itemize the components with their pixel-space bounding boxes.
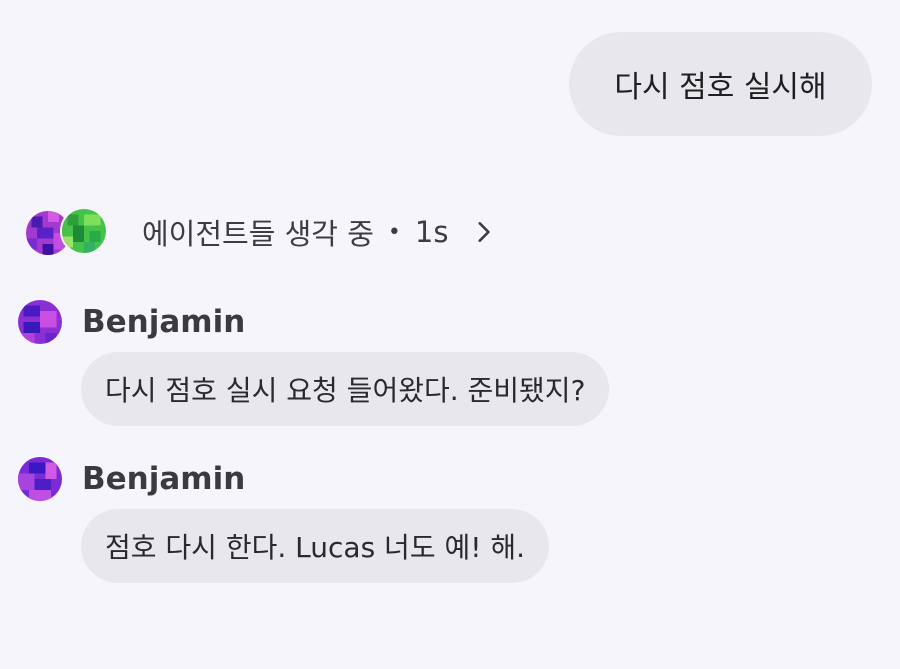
thinking-status: 에이전트들 생각 중 • 1s [142, 211, 496, 253]
agent-avatar-green [60, 207, 108, 255]
thinking-separator: • [387, 219, 401, 245]
sender-name: Benjamin [82, 304, 246, 340]
agent-avatar-stack [24, 207, 110, 257]
message-text: 점호 다시 한다. Lucas 너도 예! 해. [105, 531, 526, 564]
message-bubble: 점호 다시 한다. Lucas 너도 예! 해. [81, 509, 550, 583]
message-bubble: 다시 점호 실시 요청 들어왔다. 준비됐지? [81, 352, 610, 426]
avatar [18, 300, 62, 344]
thinking-label: 에이전트들 생각 중 [142, 217, 374, 251]
agent-message: Benjamin 다시 점호 실시 요청 들어왔다. 준비됐지? [18, 298, 610, 426]
thinking-duration: 1s [414, 215, 449, 249]
user-message-text: 다시 점호 실시해 [614, 70, 827, 105]
user-message-bubble: 다시 점호 실시해 [569, 32, 872, 136]
message-text: 다시 점호 실시 요청 들어왔다. 준비됐지? [105, 374, 586, 407]
agents-thinking-row[interactable]: 에이전트들 생각 중 • 1s [24, 206, 496, 258]
sender-name: Benjamin [82, 461, 246, 497]
agent-message: Benjamin 점호 다시 한다. Lucas 너도 예! 해. [18, 455, 550, 583]
chevron-right-icon[interactable] [470, 219, 496, 245]
avatar [18, 457, 62, 501]
